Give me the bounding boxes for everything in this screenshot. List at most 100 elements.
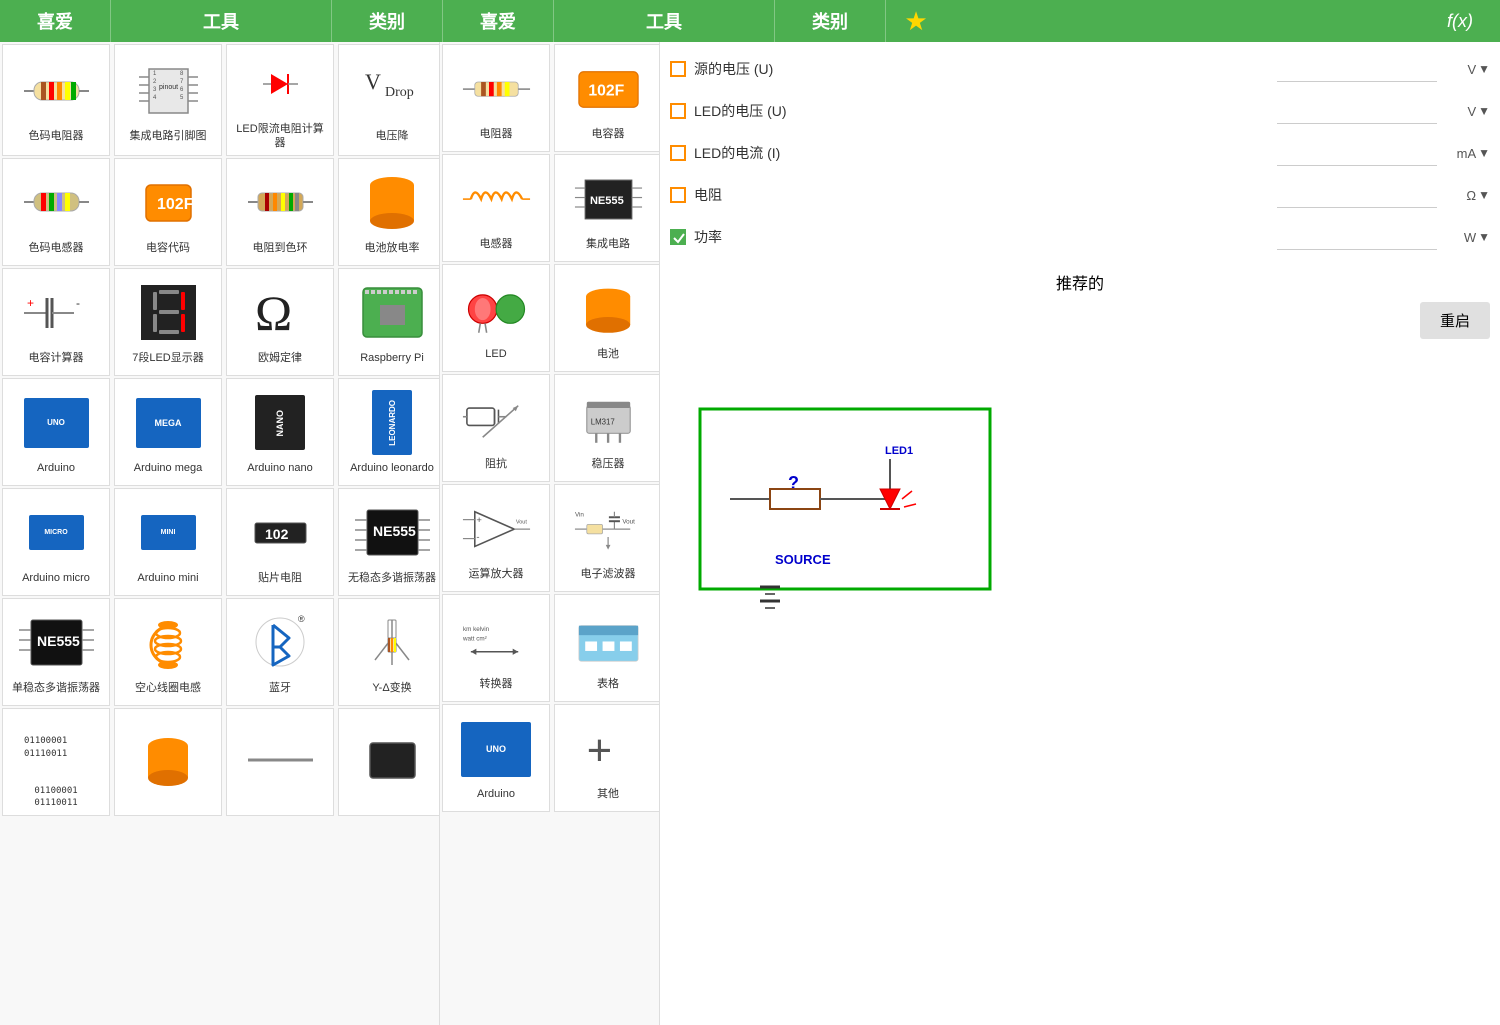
tool-table2[interactable]: 表格	[554, 594, 660, 702]
tool-color-resistor[interactable]: 色码电阻器	[2, 44, 110, 156]
tool-label: 色码电阻器	[29, 129, 84, 143]
header-left-fav[interactable]: 喜爱	[0, 8, 110, 34]
resistor-input[interactable]	[1277, 182, 1437, 208]
tool-led-resistor[interactable]: LED限流电阻计算器	[226, 44, 334, 156]
tool-battery2[interactable]	[114, 708, 222, 816]
header-right-fav[interactable]: 喜爱	[443, 8, 553, 34]
tool-arduino3[interactable]: UNO Arduino	[442, 704, 550, 812]
led-current-input[interactable]	[1277, 140, 1437, 166]
led-current-checkbox[interactable]	[670, 145, 686, 161]
header-right-tools-label[interactable]: 工具	[646, 8, 682, 34]
tool-binary[interactable]: 01100001 01110011 0110000101110011	[2, 708, 110, 816]
svg-text:NE555: NE555	[589, 195, 623, 207]
svg-text:01100001: 01100001	[24, 736, 67, 746]
param-source-voltage: 源的电压 (U) V ▼	[670, 52, 1490, 86]
led-voltage-checkbox[interactable]	[670, 103, 686, 119]
restart-section: 重启	[670, 302, 1490, 339]
resistor-arrow[interactable]: ▼	[1478, 188, 1490, 202]
tool-smd-resistor[interactable]: 102 贴片电阻	[226, 488, 334, 596]
header-fav-label[interactable]: 喜爱	[37, 8, 73, 34]
source-voltage-input[interactable]	[1277, 56, 1437, 82]
astable-555-icon: NE555	[355, 498, 430, 568]
tool-resistor-color[interactable]: 电阻到色环	[226, 158, 334, 266]
tool-astable-555[interactable]: NE555 无稳态多谐振荡器	[338, 488, 440, 596]
header-left-category[interactable]: 类别	[332, 8, 442, 34]
arduino-micro-icon: MICRO	[19, 498, 94, 568]
tool-led2[interactable]: LED	[442, 264, 550, 372]
tool-extra3[interactable]	[226, 708, 334, 816]
tool-y-delta[interactable]: Y-Δ变换	[338, 598, 440, 706]
header-right-fav-label[interactable]: 喜爱	[480, 8, 516, 34]
tool-voltage-drop[interactable]: V Drop 电压降	[338, 44, 440, 156]
arduino-nano-icon: NANO	[243, 388, 318, 458]
binary-icon: 01100001 01110011	[19, 713, 94, 783]
led-current-arrow[interactable]: ▼	[1478, 146, 1490, 160]
svg-text:Vout: Vout	[515, 519, 527, 525]
header-right-tools[interactable]: 工具	[554, 8, 774, 34]
right-panel: 源的电压 (U) V ▼ LED的电压 (U) V ▼ LED的电流 (I) m…	[660, 42, 1500, 1025]
tool-resistor[interactable]: 电阻器	[442, 44, 550, 152]
tool-inductor2[interactable]: 电感器	[442, 154, 550, 262]
tool-converter2[interactable]: km kelvin watt cm² 转换器	[442, 594, 550, 702]
recommended-label: 推荐的	[1056, 276, 1104, 293]
tool-other2[interactable]: + 其他	[554, 704, 660, 812]
tool-capacitor2[interactable]: 102F 电容器	[554, 44, 660, 152]
tool-ne555-chip[interactable]: NE555 单稳态多谐振荡器	[2, 598, 110, 706]
tool-arduino-uno[interactable]: UNO Arduino	[2, 378, 110, 486]
svg-text:Vout: Vout	[622, 518, 635, 525]
tool-label: 单稳态多谐振荡器	[12, 681, 100, 695]
led-voltage-input[interactable]	[1277, 98, 1437, 124]
header-fx-section[interactable]: f(x)	[1430, 11, 1490, 32]
battery-icon3	[571, 274, 646, 344]
tool-regulator2[interactable]: LM317 稳压器	[554, 374, 660, 482]
source-label: SOURCE	[775, 552, 831, 567]
star-icon[interactable]: ★	[904, 6, 927, 37]
tool-ohm-law[interactable]: Ω 欧姆定律	[226, 268, 334, 376]
header-category-label[interactable]: 类别	[369, 8, 405, 34]
arduino-icon3: UNO	[459, 714, 534, 784]
tool-arduino-nano[interactable]: NANO Arduino nano	[226, 378, 334, 486]
tool-capacitor-code[interactable]: 102F 电容代码	[114, 158, 222, 266]
tool-arduino-mini[interactable]: MINI Arduino mini	[114, 488, 222, 596]
power-input[interactable]	[1277, 224, 1437, 250]
tool-extra4[interactable]	[338, 708, 440, 816]
header-left-tools[interactable]: 工具	[111, 8, 331, 34]
source-voltage-checkbox[interactable]	[670, 61, 686, 77]
tool-label: 电阻到色环	[253, 241, 308, 255]
capacitor-code-icon: 102F	[131, 168, 206, 238]
header-tools-label[interactable]: 工具	[203, 8, 239, 34]
source-voltage-arrow[interactable]: ▼	[1478, 62, 1490, 76]
tool-label: 运算放大器	[469, 567, 524, 581]
tool-ic2[interactable]: NE555 集成电路	[554, 154, 660, 262]
tool-battery-rate[interactable]: 电池放电率	[338, 158, 440, 266]
tool-raspberry-pi[interactable]: Raspberry Pi	[338, 268, 440, 376]
tool-7seg-display[interactable]: 7段LED显示器	[114, 268, 222, 376]
led-voltage-arrow[interactable]: ▼	[1478, 104, 1490, 118]
power-arrow[interactable]: ▼	[1478, 230, 1490, 244]
tool-arduino-leonardo[interactable]: LEONARDO Arduino leonardo	[338, 378, 440, 486]
tool-op-amp2[interactable]: + - Vout 运算放大器	[442, 484, 550, 592]
restart-button[interactable]: 重启	[1420, 302, 1490, 339]
tool-capacitor-calc[interactable]: + - 电容计算器	[2, 268, 110, 376]
header-right-category[interactable]: 类别	[775, 8, 885, 34]
header-right-category-label[interactable]: 类别	[812, 8, 848, 34]
header-star-section[interactable]: ★	[886, 6, 946, 37]
tool-impedance2[interactable]: 阻抗	[442, 374, 550, 482]
tool-label: Y-Δ变换	[372, 681, 411, 695]
battery-rate-icon	[355, 168, 430, 238]
fx-icon[interactable]: f(x)	[1447, 11, 1473, 32]
tool-ic-pinout[interactable]: pinout 1 2 3 4	[114, 44, 222, 156]
tool-arduino-mega[interactable]: MEGA Arduino mega	[114, 378, 222, 486]
tool-filter2[interactable]: Vin Vout	[554, 484, 660, 592]
power-checkbox[interactable]	[670, 229, 686, 245]
arduino-uno-icon: UNO	[19, 388, 94, 458]
resistor-icon2	[459, 54, 534, 124]
resistor-checkbox[interactable]	[670, 187, 686, 203]
color-resistor-icon	[19, 56, 94, 126]
tool-arduino-micro[interactable]: MICRO Arduino micro	[2, 488, 110, 596]
tool-bluetooth[interactable]: ® 蓝牙	[226, 598, 334, 706]
tool-battery3[interactable]: 电池	[554, 264, 660, 372]
extra3-icon	[243, 725, 318, 795]
tool-air-coil[interactable]: 空心线圈电感	[114, 598, 222, 706]
tool-color-inductor[interactable]: 色码电感器	[2, 158, 110, 266]
